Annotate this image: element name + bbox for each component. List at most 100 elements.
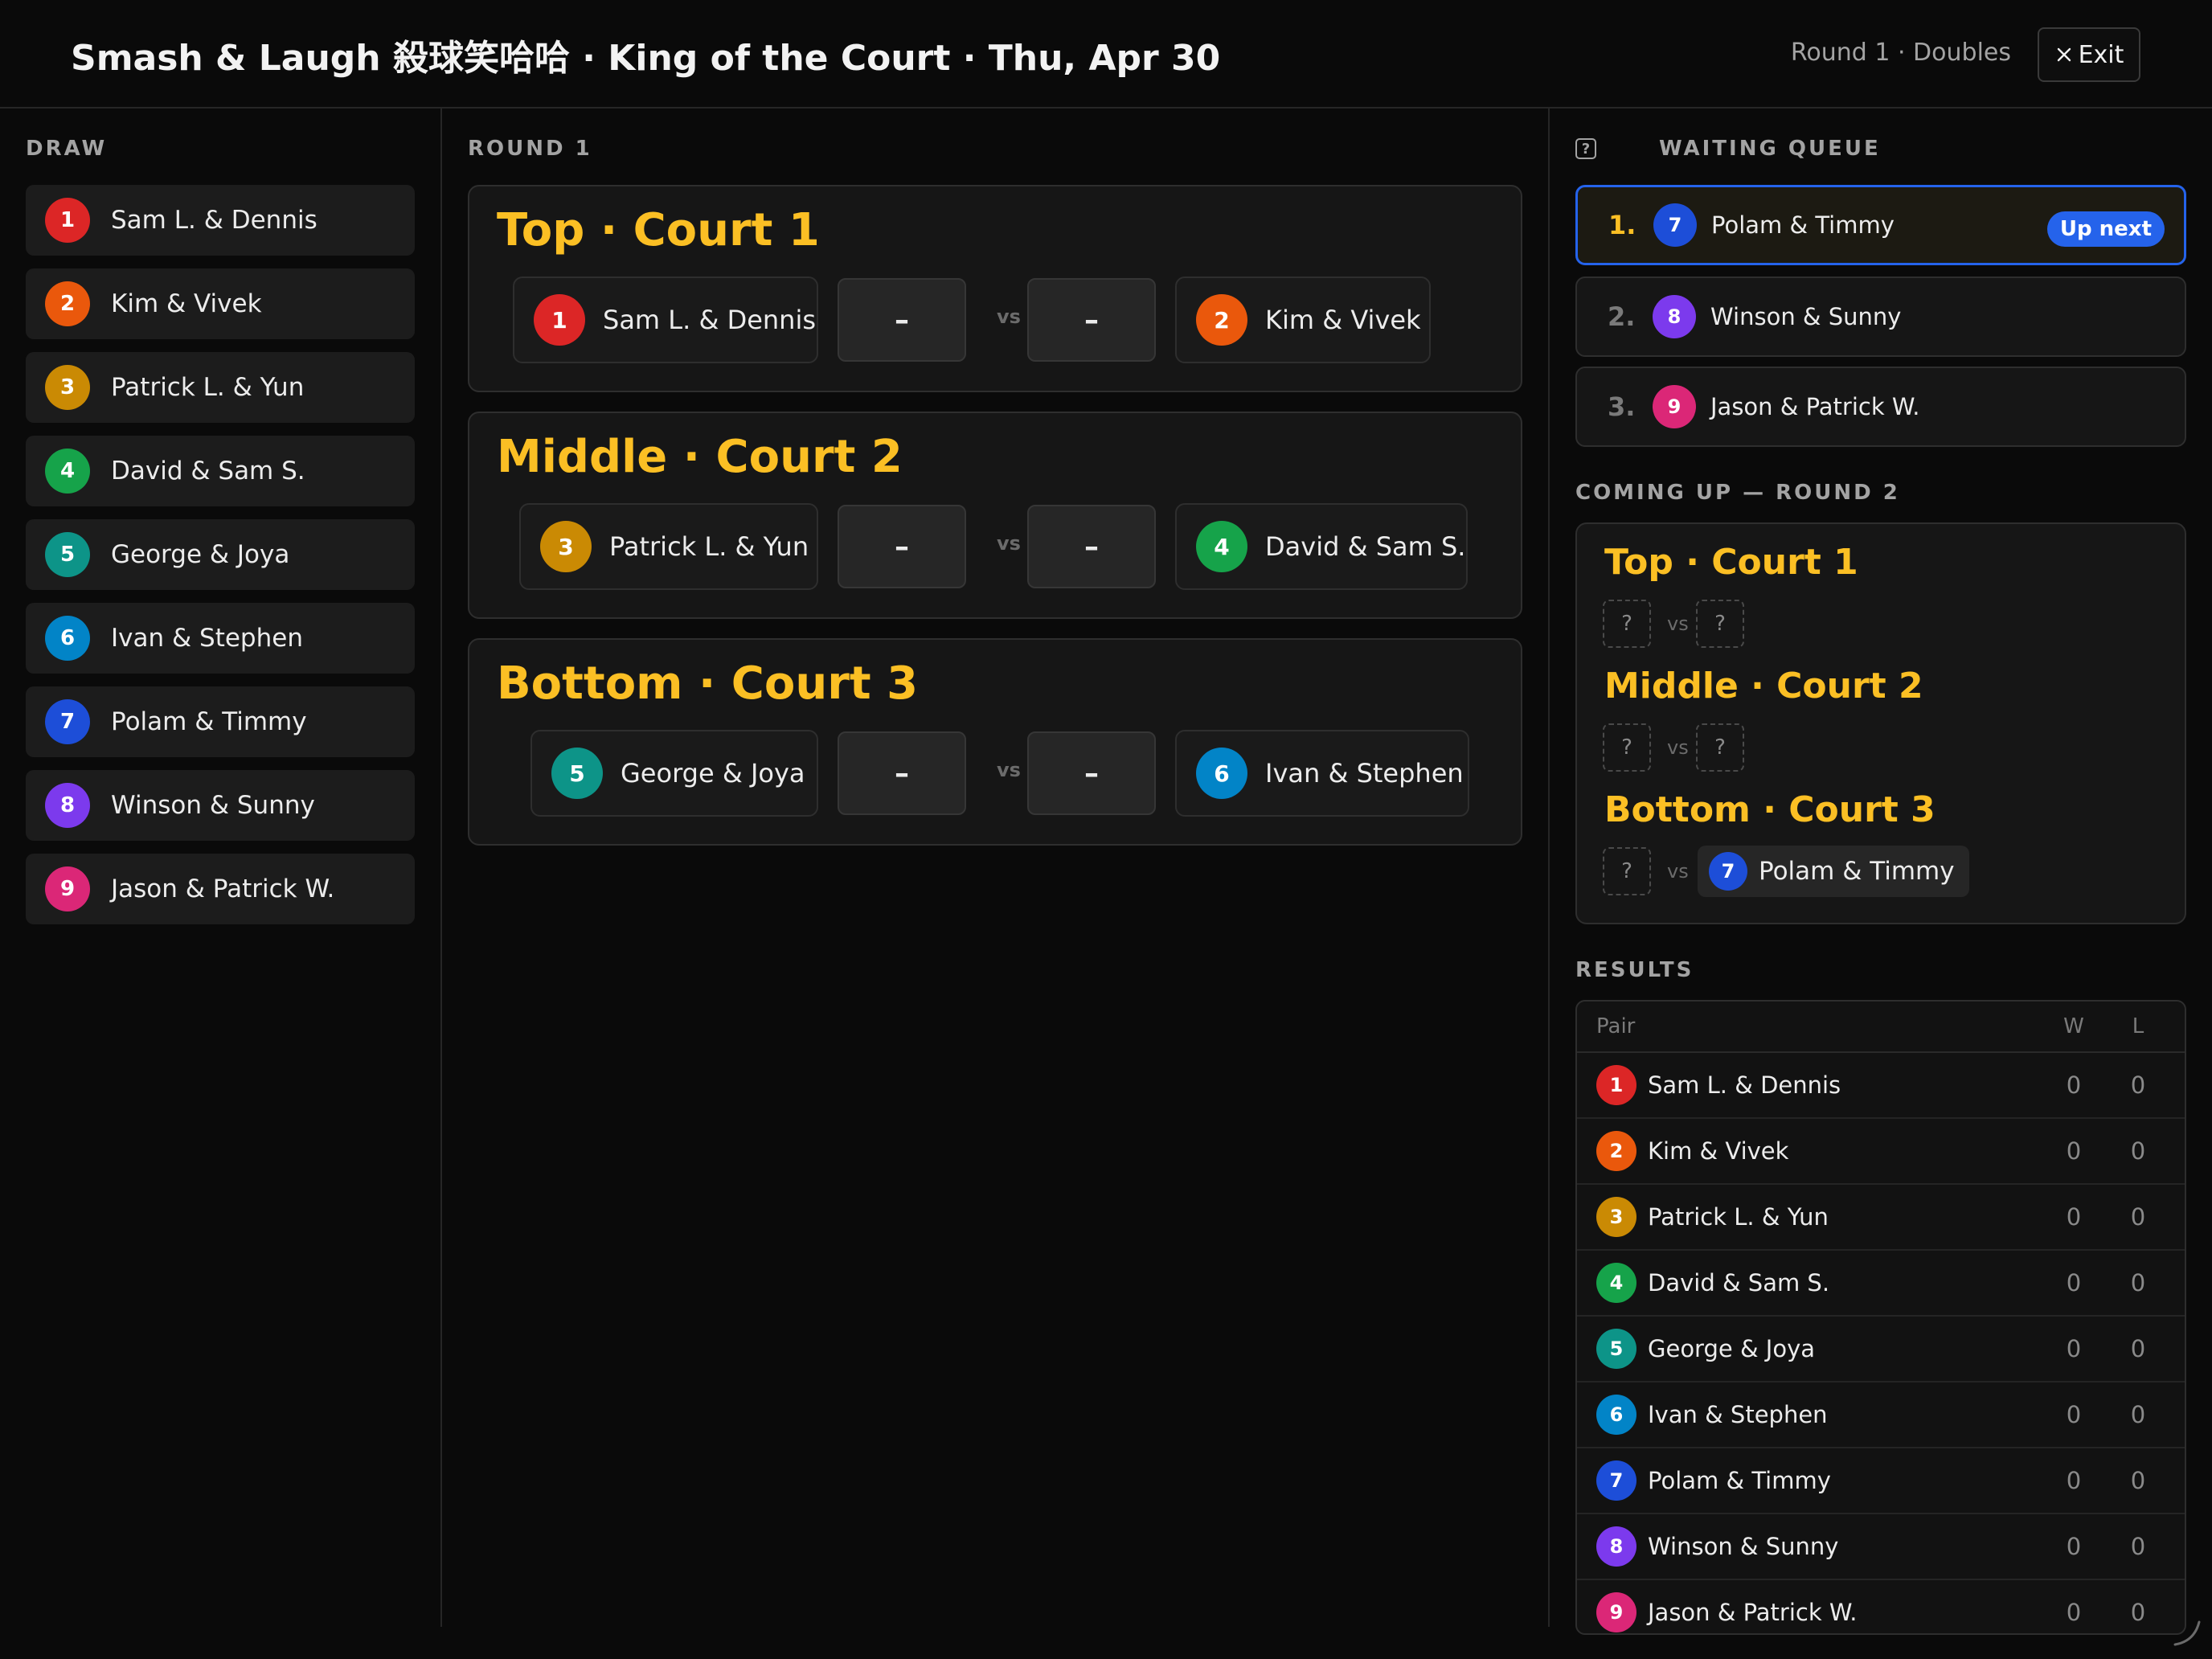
pair-number-badge: 7 [45, 699, 90, 744]
table-row: 1 Sam L. & Dennis 0 0 [1577, 1053, 2185, 1119]
team-right[interactable]: 6 Ivan & Stephen [1175, 730, 1469, 817]
draw-item[interactable]: 7 Polam & Timmy [26, 686, 415, 757]
pair-number-badge: 4 [45, 449, 90, 494]
pair-name: Sam L. & Dennis [111, 206, 317, 235]
score-input-right[interactable]: – [1027, 278, 1156, 362]
resize-handle-icon[interactable] [2170, 1616, 2202, 1648]
vs-label: vs [1667, 736, 1689, 759]
pair-name: Kim & Vivek [1648, 1137, 1789, 1165]
queued-team-slot: 7 Polam & Timmy [1698, 846, 1969, 897]
col-header-wins: W [2063, 1014, 2084, 1038]
team-name: Ivan & Stephen [1265, 758, 1464, 789]
draw-item[interactable]: 2 Kim & Vivek [26, 268, 415, 339]
losses-cell: 0 [2130, 1533, 2146, 1560]
pair-name: George & Joya [1648, 1335, 1815, 1362]
pair-number-badge: 2 [45, 281, 90, 326]
pair-name: David & Sam S. [111, 457, 305, 485]
court-title: Middle · Court 2 [1604, 666, 1923, 707]
wins-cell: 0 [2066, 1599, 2082, 1626]
help-icon[interactable]: ? [1575, 138, 1596, 159]
pair-name: Winson & Sunny [1648, 1533, 1839, 1560]
column-divider [440, 109, 442, 1627]
court-card-3: Bottom · Court 3 5 George & Joya – vs – … [468, 638, 1522, 846]
team-left[interactable]: 1 Sam L. & Dennis [513, 276, 818, 363]
top-bar: Smash & Laugh 殺球笑哈哈 · King of the Court … [0, 0, 2212, 109]
unknown-slot: ? [1696, 600, 1744, 648]
vs-label: vs [1667, 612, 1689, 635]
losses-cell: 0 [2130, 1269, 2146, 1296]
draw-item[interactable]: 8 Winson & Sunny [26, 770, 415, 841]
losses-cell: 0 [2130, 1203, 2146, 1231]
unknown-slot: ? [1603, 723, 1651, 772]
vs-label: vs [997, 305, 1021, 328]
draw-item[interactable]: 6 Ivan & Stephen [26, 603, 415, 674]
score-input-left[interactable]: – [838, 731, 966, 815]
pair-name: Polam & Timmy [1648, 1467, 1831, 1494]
court-title: Top · Court 1 [497, 204, 820, 256]
draw-item[interactable]: 3 Patrick L. & Yun [26, 352, 415, 423]
coming-up-label: COMING UP — ROUND 2 [1575, 481, 1900, 505]
vs-label: vs [997, 532, 1021, 555]
queue-position: 2. [1608, 301, 1636, 332]
table-row: 4 David & Sam S. 0 0 [1577, 1251, 2185, 1317]
team-name: Patrick L. & Yun [609, 531, 809, 562]
pair-number-badge: 2 [1196, 294, 1247, 346]
pair-name: Polam & Timmy [1711, 211, 1895, 239]
draw-item[interactable]: 5 George & Joya [26, 519, 415, 590]
score-input-left[interactable]: – [838, 505, 966, 588]
pair-number-badge: 7 [1653, 203, 1697, 247]
pair-name: George & Joya [111, 540, 290, 569]
pair-number-badge: 3 [540, 521, 592, 572]
queue-item[interactable]: 2. 8 Winson & Sunny [1575, 276, 2186, 357]
pair-number-badge: 1 [534, 294, 585, 346]
column-divider [1548, 109, 1550, 1627]
table-row: 6 Ivan & Stephen 0 0 [1577, 1382, 2185, 1448]
draw-item[interactable]: 1 Sam L. & Dennis [26, 185, 415, 256]
score-input-right[interactable]: – [1027, 731, 1156, 815]
pair-number-badge: 9 [1596, 1592, 1636, 1632]
score-input-left[interactable]: – [838, 278, 966, 362]
team-right[interactable]: 2 Kim & Vivek [1175, 276, 1431, 363]
court-card-1: Top · Court 1 1 Sam L. & Dennis – vs – 2… [468, 185, 1522, 392]
pair-number-badge: 4 [1196, 521, 1247, 572]
pair-name: Ivan & Stephen [1648, 1401, 1828, 1428]
losses-cell: 0 [2130, 1335, 2146, 1362]
pair-number-badge: 9 [1653, 385, 1696, 428]
court-title: Middle · Court 2 [497, 431, 903, 483]
pair-name: Jason & Patrick W. [1710, 393, 1920, 420]
team-left[interactable]: 5 George & Joya [530, 730, 818, 817]
exit-button[interactable]: Exit [2038, 27, 2140, 82]
losses-cell: 0 [2130, 1467, 2146, 1494]
pair-number-badge: 6 [1196, 748, 1247, 799]
page-title: Smash & Laugh 殺球笑哈哈 · King of the Court … [71, 38, 1221, 79]
table-row: 2 Kim & Vivek 0 0 [1577, 1119, 2185, 1185]
team-left[interactable]: 3 Patrick L. & Yun [519, 503, 818, 590]
score-input-right[interactable]: – [1027, 505, 1156, 588]
team-name: Sam L. & Dennis [603, 305, 817, 335]
wins-cell: 0 [2066, 1203, 2082, 1231]
draw-label: DRAW [26, 137, 108, 161]
draw-item[interactable]: 9 Jason & Patrick W. [26, 854, 415, 924]
queue-item[interactable]: 3. 9 Jason & Patrick W. [1575, 367, 2186, 447]
queue-position: 3. [1608, 391, 1636, 422]
court-card-2: Middle · Court 2 3 Patrick L. & Yun – vs… [468, 412, 1522, 619]
pair-number-badge: 4 [1596, 1263, 1636, 1303]
unknown-slot: ? [1603, 600, 1651, 648]
results-header-row: Pair W L [1577, 1002, 2185, 1053]
team-right[interactable]: 4 David & Sam S. [1175, 503, 1468, 590]
wins-cell: 0 [2066, 1269, 2082, 1296]
pair-name: Jason & Patrick W. [1648, 1599, 1858, 1626]
pair-name: Sam L. & Dennis [1648, 1071, 1841, 1099]
results-table: Pair W L 1 Sam L. & Dennis 0 0 2 Kim & Vivek… [1575, 1000, 2186, 1635]
coming-up-card: Top · Court 1 ? vs ? Middle · Court 2 ? … [1575, 522, 2186, 924]
wins-cell: 0 [2066, 1137, 2082, 1165]
table-row: 3 Patrick L. & Yun 0 0 [1577, 1185, 2185, 1251]
queue-item-up-next[interactable]: 1. 7 Polam & Timmy Up next [1575, 185, 2186, 265]
losses-cell: 0 [2130, 1599, 2146, 1626]
col-header-pair: Pair [1596, 1014, 1636, 1038]
losses-cell: 0 [2130, 1137, 2146, 1165]
team-name: Kim & Vivek [1265, 305, 1421, 335]
round-info: Round 1 · Doubles [1790, 39, 2011, 67]
draw-item[interactable]: 4 David & Sam S. [26, 436, 415, 506]
losses-cell: 0 [2130, 1071, 2146, 1099]
